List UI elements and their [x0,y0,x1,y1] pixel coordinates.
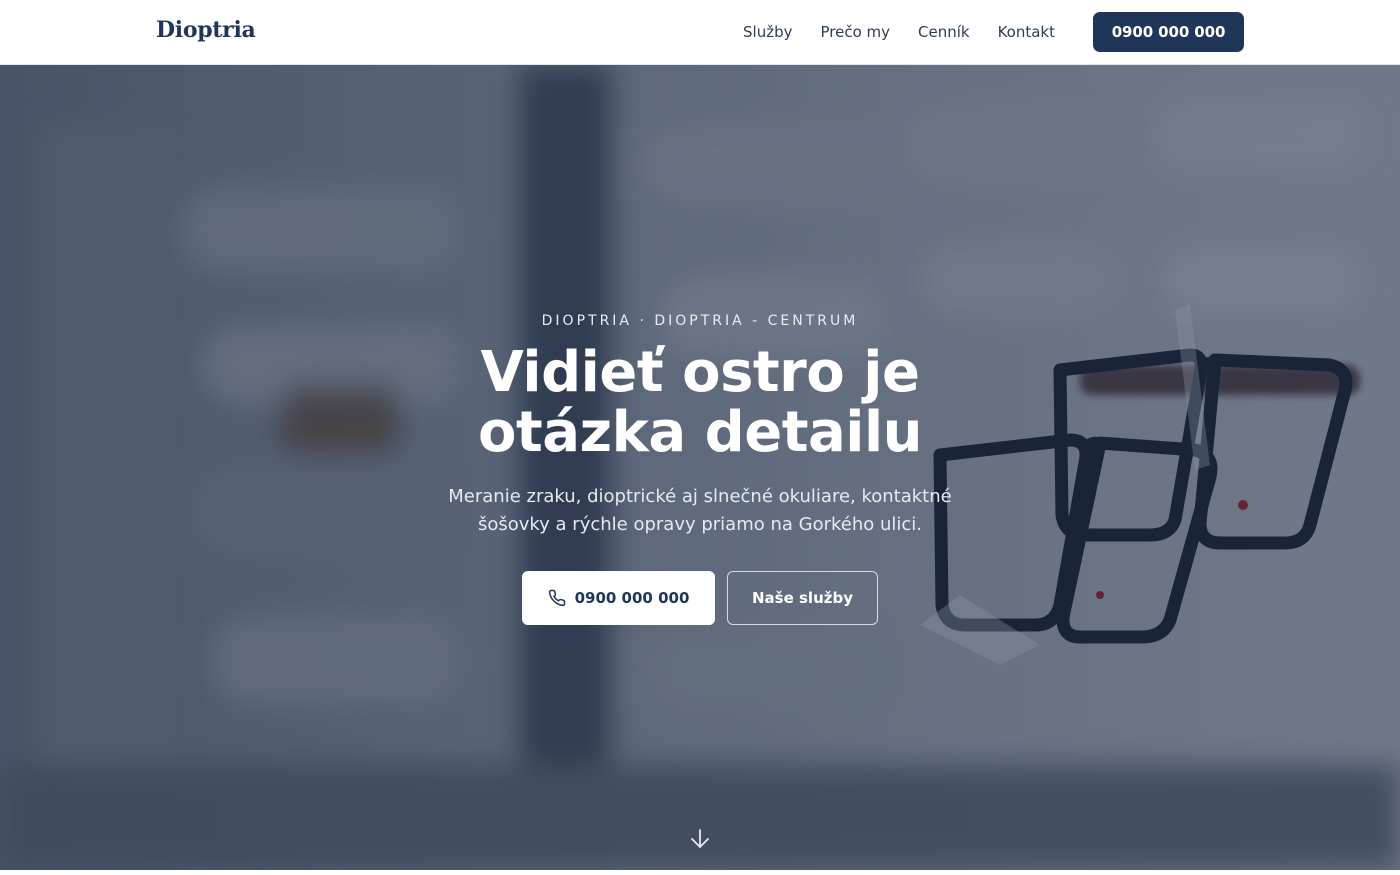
hero-call-button-label: 0900 000 000 [574,589,690,607]
hero-subtitle-line-2: šošovky a rýchle opravy priamo na Gorkéh… [477,514,923,535]
hero-subtitle-line-1: Meranie zraku, dioptrické aj slnečné oku… [448,486,952,507]
hero-call-button[interactable]: 0900 000 000 [522,571,715,625]
main-nav: Služby Prečo my Cenník Kontakt [743,0,1055,64]
nav-link-kontakt[interactable]: Kontakt [998,23,1055,41]
arrow-down-icon[interactable] [689,827,711,851]
page-bottom-edge [0,870,1400,875]
services-button[interactable]: Naše služby [727,571,878,625]
hero-subtitle: Meranie zraku, dioptrické aj slnečné oku… [420,483,980,539]
nav-link-sluzby[interactable]: Služby [743,23,792,41]
site-header: Dioptria Služby Prečo my Cenník Kontakt … [0,0,1400,65]
header-call-button[interactable]: 0900 000 000 [1093,12,1244,52]
hero-eyebrow: DIOPTRIA · DIOPTRIA - CENTRUM [541,313,859,329]
hero-overlay [0,65,1400,870]
nav-link-preco-my[interactable]: Prečo my [820,23,890,41]
phone-icon [548,589,565,607]
site-logo[interactable]: Dioptria [156,17,256,43]
hero-title: Vidieť ostro je otázka detailu [350,343,1050,463]
hero-title-line-1: Vidieť ostro je [480,340,920,405]
nav-link-cennik[interactable]: Cenník [918,23,970,41]
hero-title-line-2: otázka detailu [477,400,923,465]
hero-section: DIOPTRIA · DIOPTRIA - CENTRUM Vidieť ost… [0,65,1400,870]
